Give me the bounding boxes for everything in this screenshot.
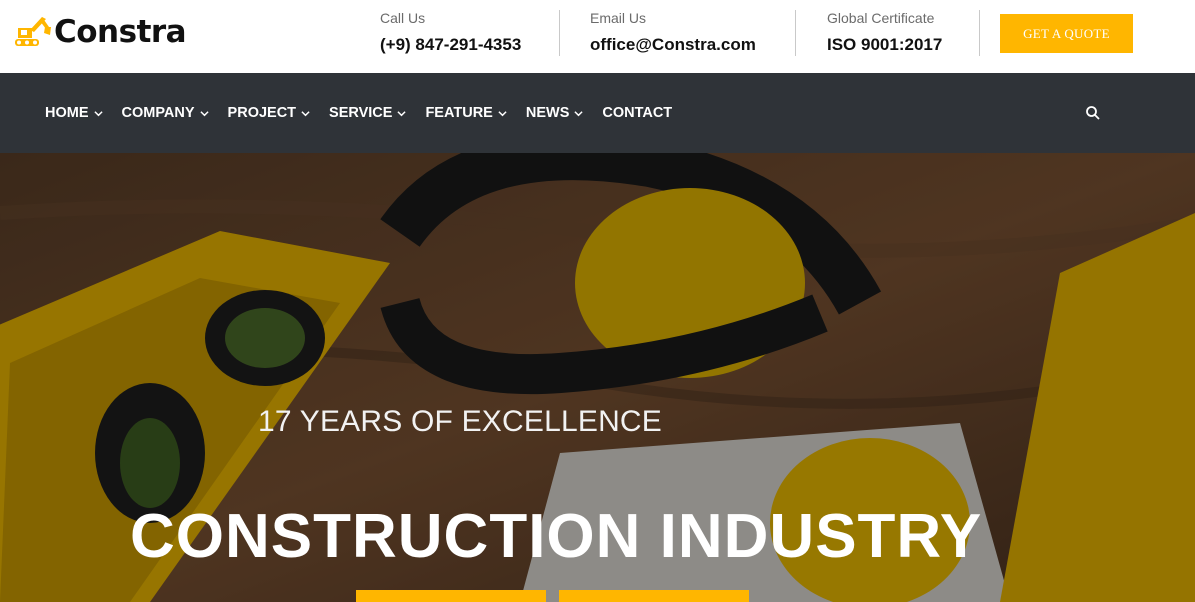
certificate-label: Global Certificate xyxy=(827,10,935,26)
top-header: Constra Call Us (+9) 847-291-4353 Email … xyxy=(0,0,1195,73)
hero-primary-button[interactable] xyxy=(356,590,546,602)
nav-item-label: FEATURE xyxy=(425,105,493,121)
divider xyxy=(979,10,980,56)
call-us-number[interactable]: (+9) 847-291-4353 xyxy=(380,35,521,55)
nav-item-label: HOME xyxy=(45,105,89,121)
nav-item-company[interactable]: COMPANY xyxy=(122,105,209,121)
nav-item-label: COMPANY xyxy=(121,105,195,121)
chevron-down-icon xyxy=(498,110,507,116)
divider xyxy=(795,10,796,56)
nav-item-label: CONTACT xyxy=(602,105,673,121)
nav-item-service[interactable]: SERVICE xyxy=(329,105,407,121)
chevron-down-icon xyxy=(301,110,310,116)
get-quote-button[interactable]: GET A QUOTE xyxy=(1000,14,1133,53)
email-us-label: Email Us xyxy=(590,10,647,26)
nav-item-label: SERVICE xyxy=(329,105,393,121)
nav-menu: HOME COMPANY PROJECT SERVICE FEATURE NEW… xyxy=(45,73,691,153)
email-us-address[interactable]: office@Constra.com xyxy=(590,35,756,55)
email-us-block: Email Us office@Constra.com xyxy=(590,10,756,55)
search-icon[interactable] xyxy=(1085,105,1101,121)
brand-logo[interactable]: Constra xyxy=(12,12,187,52)
nav-item-feature[interactable]: FEATURE xyxy=(425,105,507,121)
brand-name: Constra xyxy=(54,14,187,50)
chevron-down-icon xyxy=(397,110,407,116)
nav-item-label: PROJECT xyxy=(227,105,297,121)
nav-item-news[interactable]: NEWS xyxy=(526,105,584,121)
divider xyxy=(559,10,560,56)
chevron-down-icon xyxy=(93,110,103,116)
call-us-label: Call Us xyxy=(380,10,426,26)
nav-item-home[interactable]: HOME xyxy=(45,105,103,121)
call-us-block: Call Us (+9) 847-291-4353 xyxy=(380,10,521,55)
nav-item-contact[interactable]: CONTACT xyxy=(602,105,672,121)
excavator-icon xyxy=(15,17,51,46)
main-navigation: HOME COMPANY PROJECT SERVICE FEATURE NEW… xyxy=(0,73,1195,153)
hero-banner: 17 YEARS OF EXCELLENCE CONSTRUCTION INDU… xyxy=(0,153,1195,602)
certificate-value: ISO 9001:2017 xyxy=(827,35,943,54)
nav-item-label: NEWS xyxy=(525,105,570,121)
hero-subtitle: 17 YEARS OF EXCELLENCE xyxy=(258,405,663,438)
certificate-block: Global Certificate ISO 9001:2017 xyxy=(827,10,942,55)
hero-secondary-button[interactable] xyxy=(559,590,749,602)
chevron-down-icon xyxy=(574,110,583,116)
chevron-down-icon xyxy=(199,110,209,116)
hero-title: CONSTRUCTION INDUSTRY xyxy=(130,502,983,571)
nav-item-project[interactable]: PROJECT xyxy=(228,105,311,121)
